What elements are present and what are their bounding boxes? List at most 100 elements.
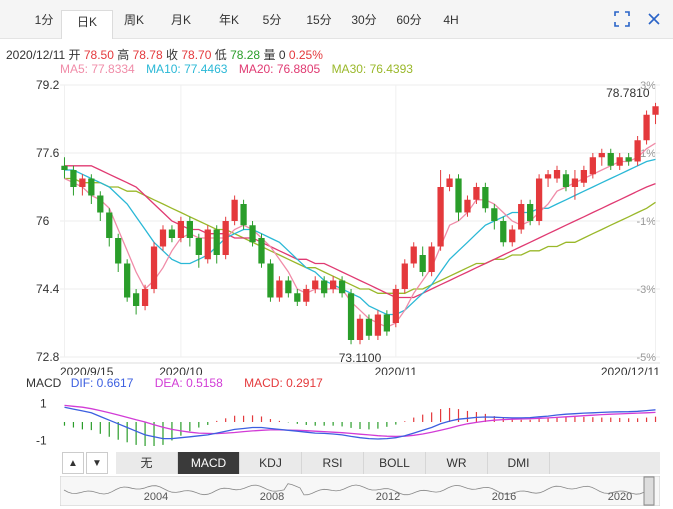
x-tick-label: 2020/9/15 — [60, 365, 114, 375]
pct-tick-label: -1% — [636, 216, 656, 228]
pct-tick-label: 1% — [640, 148, 656, 160]
indicator-tab-0[interactable]: 无 — [116, 452, 178, 474]
candle — [88, 174, 95, 204]
indicator-tab-3[interactable]: RSI — [302, 452, 364, 474]
candle-body — [150, 246, 158, 289]
candle-body — [231, 199, 238, 221]
volume-label: 量 — [263, 48, 276, 62]
candle-body — [70, 170, 77, 187]
tab-2[interactable]: 周K — [110, 9, 158, 31]
timeline-year-label: 2020 — [608, 491, 632, 503]
y-tick-label: 72.8 — [36, 350, 60, 364]
indicator-tab-4[interactable]: BOLL — [364, 452, 426, 474]
candle-body — [491, 208, 498, 221]
max-annotation: 78.7810 — [606, 86, 650, 100]
candle — [159, 225, 167, 251]
candle-body — [527, 204, 534, 221]
volume-value: 0 — [278, 48, 286, 62]
candle — [365, 314, 373, 340]
candle-body — [285, 280, 292, 294]
tab-7[interactable]: 30分 — [339, 9, 389, 31]
ma5-legend: MA5: 77.8334 — [60, 62, 135, 76]
indicator-tab-5[interactable]: WR — [426, 452, 488, 474]
tab-3[interactable]: 月K — [157, 9, 205, 31]
ma20-legend: MA20: 76.8805 — [238, 62, 321, 76]
ma-legend: MA5: 77.8334 MA10: 77.4463 MA20: 76.8805… — [60, 62, 421, 76]
min-annotation: 73.1100 — [339, 351, 382, 365]
scroll-up-button[interactable]: ▲ — [62, 452, 84, 474]
candle — [267, 259, 274, 302]
candle — [186, 216, 193, 247]
candle-body — [330, 280, 337, 289]
candle-body — [195, 238, 202, 255]
tab-8[interactable]: 60分 — [384, 9, 434, 31]
candle-body — [544, 174, 552, 179]
down-arrow-icon: ▼ — [92, 458, 102, 469]
candle-body — [79, 178, 86, 187]
tab-9[interactable]: 4H — [431, 9, 471, 31]
candle-body — [464, 199, 471, 213]
candle — [303, 284, 310, 306]
indicator-tab-6[interactable]: DMI — [488, 452, 550, 474]
y-tick-label: 77.6 — [36, 146, 60, 160]
high-label: 高 — [117, 48, 130, 62]
candle — [544, 170, 552, 187]
candle-body — [374, 314, 382, 336]
candle — [124, 259, 131, 302]
timeline-year-label: 2004 — [144, 491, 168, 503]
timeline-navigator[interactable]: 2004 2008 2012 2016 2020 — [60, 476, 660, 506]
timeline-handle[interactable] — [643, 476, 655, 506]
candle — [518, 199, 525, 234]
fullscreen-icon[interactable] — [614, 11, 630, 27]
candle — [70, 165, 77, 196]
candle — [535, 174, 543, 226]
candle-body — [598, 153, 605, 158]
ma5-line — [64, 142, 656, 328]
candle — [321, 276, 328, 298]
indicator-tab-2[interactable]: KDJ — [240, 452, 302, 474]
candle-body — [338, 280, 346, 294]
candle — [258, 233, 265, 268]
candle — [419, 246, 426, 277]
candle-body — [518, 204, 525, 230]
y-tick-label: 79.2 — [36, 78, 60, 92]
candle — [330, 276, 337, 294]
candle-body — [607, 153, 614, 166]
candlestick-chart[interactable]: 79.2 3%77.6 1%76 -1%74.4 -3%72.8 -5%78.781073… — [0, 75, 673, 375]
candle — [195, 233, 202, 268]
candle-body — [177, 221, 185, 238]
tab-6[interactable]: 15分 — [297, 9, 341, 31]
candle — [437, 170, 444, 251]
candle-body — [97, 195, 104, 213]
scroll-down-button[interactable]: ▼ — [86, 452, 108, 474]
candle — [509, 225, 516, 247]
candle — [79, 174, 86, 196]
tab-5[interactable]: 5分 — [251, 9, 293, 31]
candle — [106, 208, 113, 247]
candle-body — [132, 293, 140, 306]
candle-body — [383, 314, 390, 332]
ohlc-info: 2020/12/11 开 78.50 高 78.78 收 78.70 低 78.… — [6, 46, 323, 63]
pct-tick-label: -3% — [636, 284, 656, 296]
macd-chart[interactable]: 1 -1 — [0, 392, 673, 450]
candle — [625, 153, 632, 166]
low-value: 78.28 — [230, 48, 261, 62]
close-icon[interactable] — [646, 11, 662, 27]
candle-body — [365, 318, 373, 336]
candle-body — [141, 289, 149, 306]
y-tick-label: 76 — [36, 214, 50, 228]
candle-body — [276, 280, 283, 298]
tab-4[interactable]: 年K — [205, 9, 253, 31]
indicator-tab-1[interactable]: MACD — [178, 452, 240, 474]
tab-1[interactable]: 日K — [61, 10, 113, 39]
candle — [276, 276, 283, 302]
macd-title: MACD — [26, 376, 62, 390]
candle — [652, 102, 659, 125]
candle — [580, 165, 588, 187]
tab-0[interactable]: 1分 — [24, 9, 64, 31]
candle — [115, 233, 122, 272]
macd-y-tick: 1 — [40, 397, 47, 411]
candle-body — [294, 293, 301, 302]
candle — [571, 170, 579, 200]
candle-body — [562, 174, 570, 187]
